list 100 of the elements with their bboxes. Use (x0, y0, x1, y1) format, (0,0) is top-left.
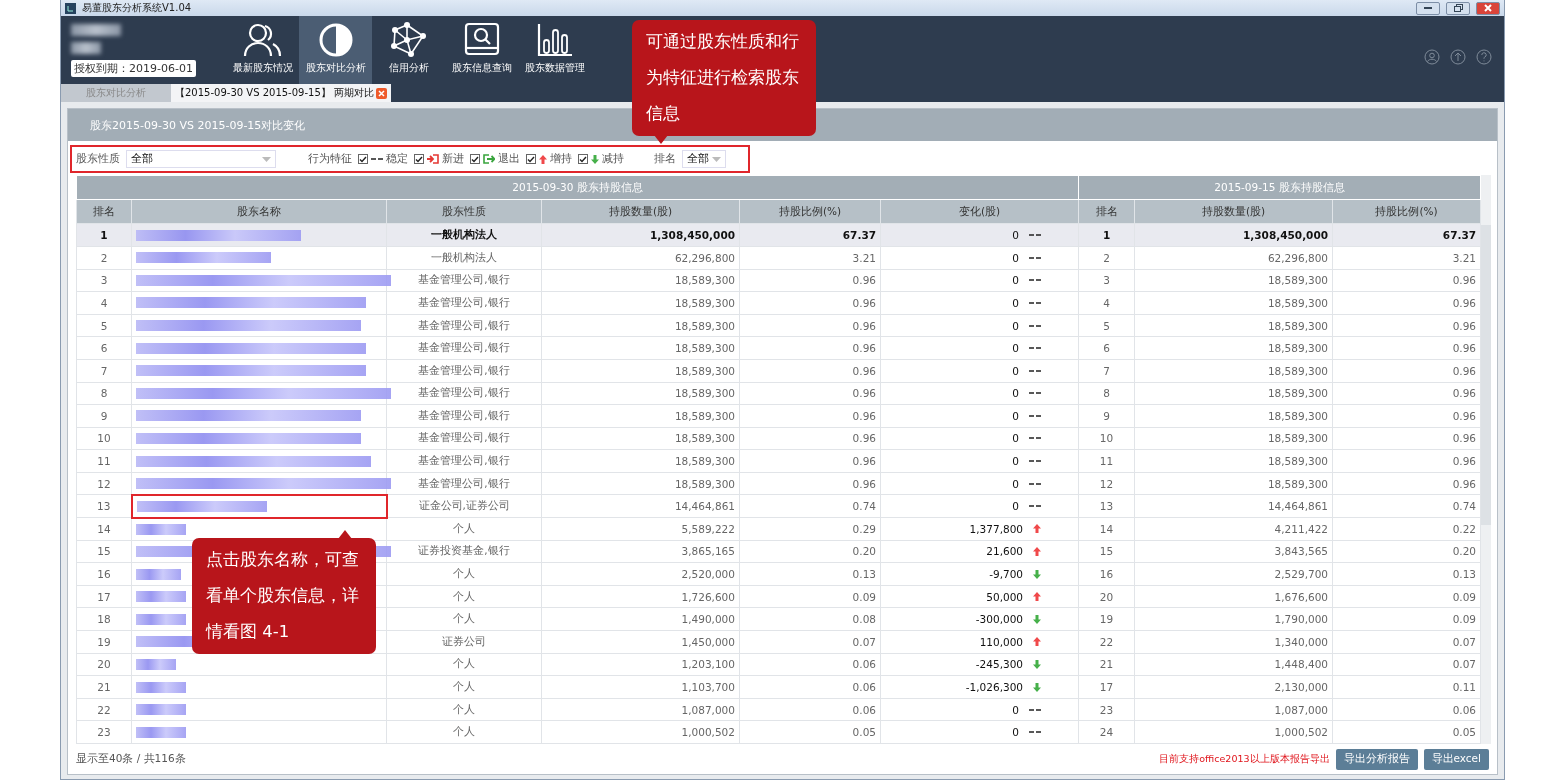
rank-select[interactable]: 全部 (682, 150, 726, 169)
checkbox[interactable] (526, 154, 536, 165)
table-row[interactable]: 22 个人 1,087,000 0.06 0 23 1,087,000 0.06 (76, 698, 1481, 721)
bar-chart-icon (535, 22, 574, 59)
table-cell: 22 (76, 698, 132, 721)
tab[interactable]: 【2015-09-30 VS 2015-09-15】 两期对比 (171, 84, 391, 103)
redacted-name[interactable] (136, 229, 301, 241)
table-cell: 0.29 (739, 517, 881, 541)
scrollbar[interactable] (1481, 175, 1492, 744)
table-cell: 证券投资基金,银行 (386, 540, 542, 563)
table-cell: 17 (1078, 675, 1135, 699)
redacted-name[interactable] (136, 726, 186, 738)
redacted-name[interactable] (136, 591, 186, 603)
table-cell: 0 (1012, 387, 1020, 400)
table-cell: 0 (1012, 342, 1020, 355)
redacted-name[interactable] (136, 568, 181, 580)
table-cell: 0.06 (739, 653, 881, 676)
redacted-name[interactable] (136, 704, 186, 716)
column-header: 排名 (76, 199, 132, 224)
table-row[interactable]: 4 基金管理公司,银行 18,589,300 0.96 0 4 18,589,300 0.96 (76, 291, 1481, 315)
checkbox[interactable] (358, 154, 368, 165)
user-icon[interactable] (1424, 49, 1440, 66)
table-row[interactable]: 3 基金管理公司,银行 18,589,300 0.96 0 3 18,589,300 0.96 (76, 269, 1481, 292)
nature-select[interactable]: 全部 (126, 150, 276, 169)
redacted-name[interactable] (136, 410, 361, 422)
redacted-name[interactable] (136, 297, 366, 309)
nav-item[interactable]: 股东数据管理 (518, 16, 591, 85)
redacted-name[interactable] (136, 455, 371, 467)
table-cell: 11 (76, 449, 132, 473)
close-icon[interactable] (375, 87, 387, 99)
redacted-name[interactable] (136, 613, 186, 625)
table-cell: 一般机构法人 (386, 246, 542, 270)
table-cell: 0.96 (739, 449, 881, 473)
table-row[interactable]: 12 基金管理公司,银行 18,589,300 0.96 0 12 18,589,300 0.96 (76, 472, 1481, 495)
checkbox[interactable] (470, 154, 480, 165)
table-row[interactable]: 11 基金管理公司,银行 18,589,300 0.96 0 11 18,589,300 0.96 (76, 449, 1481, 473)
redacted-name[interactable] (136, 500, 267, 512)
upload-icon[interactable] (1450, 49, 1466, 66)
table-cell: 18,589,300 (1134, 314, 1333, 337)
table-cell: 基金管理公司,银行 (386, 336, 542, 360)
blurred-logo (71, 23, 121, 36)
nav-item[interactable]: 股东信息查询 (445, 16, 518, 85)
table-cell: 15 (76, 540, 132, 563)
table-row[interactable]: 8 基金管理公司,银行 18,589,300 0.96 0 8 18,589,300 0.96 (76, 382, 1481, 405)
redacted-name[interactable] (136, 320, 361, 331)
table-cell: 18,589,300 (541, 336, 740, 360)
table-cell: 110,000 (979, 635, 1024, 648)
table-cell: 0.13 (1332, 562, 1481, 586)
redacted-name[interactable] (136, 681, 186, 693)
table-row[interactable]: 13 证金公司,证券公司 14,464,861 0.74 0 13 14,464,861 0.74 (76, 494, 1481, 518)
table-row[interactable]: 1 一般机构法人 1,308,450,000 67.37 0 1 1,308,450,000 67.37 (76, 223, 1481, 247)
filter-label: 股东性质 (76, 152, 120, 167)
table-row[interactable]: 2 一般机构法人 62,296,800 3.21 0 2 62,296,800 3.21 (76, 246, 1481, 270)
table-row[interactable]: 9 基金管理公司,银行 18,589,300 0.96 0 9 18,589,300 0.96 (76, 404, 1481, 428)
redacted-name[interactable] (136, 342, 366, 354)
redacted-name[interactable] (136, 658, 176, 670)
table-cell: 16 (76, 562, 132, 586)
redacted-name[interactable] (136, 523, 186, 535)
table-cell: 0 (1012, 726, 1020, 739)
table-row[interactable]: 10 基金管理公司,银行 18,589,300 0.96 0 10 18,589,300 0.96 (76, 427, 1481, 450)
table-cell: 1,308,450,000 (1134, 223, 1333, 247)
checkbox[interactable] (578, 154, 588, 165)
redacted-name[interactable] (136, 387, 391, 399)
table-cell: 0 (1012, 251, 1020, 264)
table-row[interactable]: 7 基金管理公司,银行 18,589,300 0.96 0 7 18,589,300 0.96 (76, 359, 1481, 382)
help-icon[interactable] (1476, 49, 1492, 66)
table-cell: 1,203,100 (541, 653, 740, 676)
export-button[interactable]: 导出excel (1423, 748, 1489, 770)
export-button[interactable]: 导出分析报告 (1335, 748, 1418, 770)
table-cell: 0.96 (739, 314, 881, 337)
dropdown-caret-icon (262, 156, 271, 162)
table-cell: 个人 (386, 585, 542, 608)
table-cell: 11 (1078, 449, 1135, 473)
table-cell: 基金管理公司,银行 (386, 472, 542, 495)
table-row[interactable]: 23 个人 1,000,502 0.05 0 24 1,000,502 0.05 (76, 720, 1481, 744)
redacted-name[interactable] (136, 433, 361, 444)
table-cell: 1 (76, 223, 132, 247)
redacted-name[interactable] (136, 365, 366, 377)
restore-button[interactable] (1446, 1, 1470, 15)
table-row[interactable]: 20 个人 1,203,100 0.06 -245,300 21 1,448,400 0.07 (76, 653, 1481, 676)
minimize-button[interactable] (1416, 1, 1440, 15)
table-row[interactable]: 21 个人 1,103,700 0.06 -1,026,300 17 2,130,000 0.11 (76, 675, 1481, 699)
table-cell: 0.07 (1332, 630, 1481, 654)
table-cell: 1 (1078, 223, 1135, 247)
nav-item[interactable]: 股东对比分析 (299, 16, 372, 85)
table-cell: 18 (76, 607, 132, 631)
table-row[interactable]: 5 基金管理公司,银行 18,589,300 0.96 0 5 18,589,300 0.96 (76, 314, 1481, 337)
checkbox[interactable] (414, 154, 424, 165)
table-cell: 12 (76, 472, 132, 495)
close-button[interactable] (1476, 1, 1500, 15)
redacted-name[interactable] (136, 477, 391, 489)
redacted-name[interactable] (136, 252, 271, 264)
table-cell: 3,865,165 (541, 540, 740, 563)
checkbox-label: 新进 (442, 152, 464, 167)
table-cell: 24 (1078, 720, 1135, 744)
redacted-name[interactable] (136, 274, 391, 286)
table-row[interactable]: 14 个人 5,589,222 0.29 1,377,800 14 4,211,422 0.22 (76, 517, 1481, 541)
nav-item[interactable]: 信用分析 (372, 16, 445, 85)
table-row[interactable]: 6 基金管理公司,银行 18,589,300 0.96 0 6 18,589,300 0.96 (76, 336, 1481, 360)
nav-item[interactable]: 最新股东情况 (226, 16, 299, 85)
